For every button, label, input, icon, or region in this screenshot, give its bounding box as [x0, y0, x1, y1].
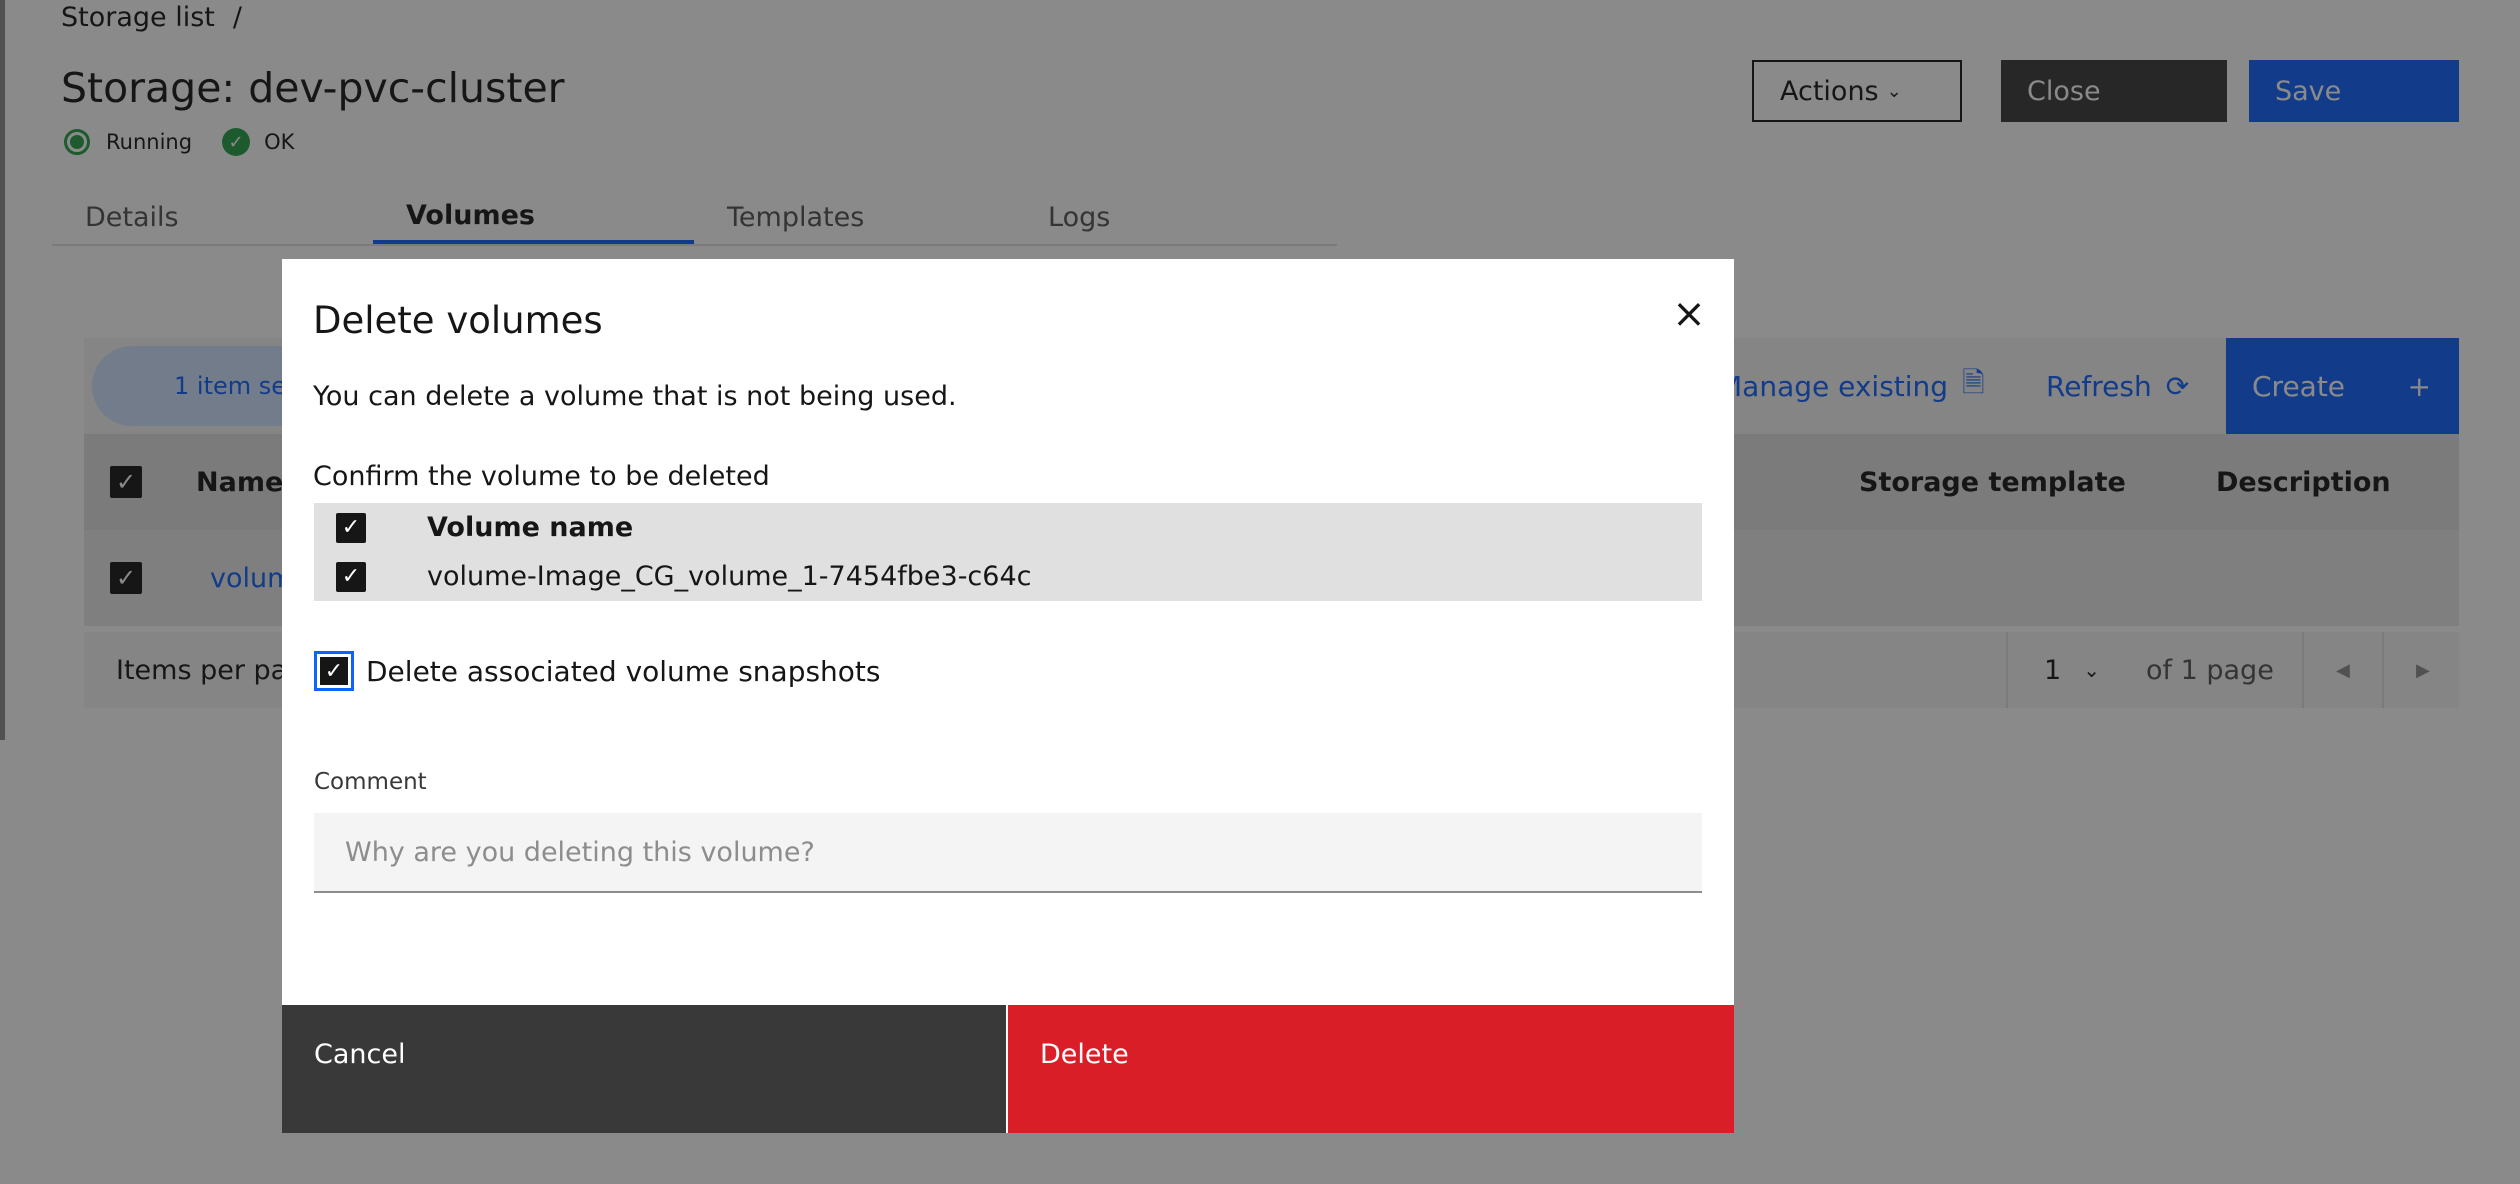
delete-snapshots-checkbox[interactable]: ✓ — [314, 651, 354, 691]
cancel-button[interactable]: Cancel — [282, 1005, 1006, 1133]
modal-footer: Cancel Delete — [282, 1005, 1734, 1133]
comment-input[interactable] — [314, 813, 1702, 893]
delete-button[interactable]: Delete — [1006, 1005, 1734, 1133]
confirm-label: Confirm the volume to be deleted — [313, 461, 770, 492]
close-icon[interactable]: × — [1664, 289, 1714, 339]
delete-volumes-modal: Delete volumes × You can delete a volume… — [282, 259, 1734, 1133]
comment-label: Comment — [314, 769, 427, 795]
delete-snapshots-option: ✓ Delete associated volume snapshots — [314, 651, 881, 691]
modal-title: Delete volumes — [313, 299, 603, 342]
volume-table: ✓ Volume name ✓ volume-Image_CG_volume_1… — [314, 503, 1702, 601]
volume-name-header: Volume name — [427, 512, 634, 543]
modal-description: You can delete a volume that is not bein… — [313, 381, 957, 412]
select-all-volumes-checkbox[interactable]: ✓ — [336, 512, 366, 543]
volume-name-cell: volume-Image_CG_volume_1-7454fbe3-c64c — [427, 561, 1032, 592]
table-row: ✓ volume-Image_CG_volume_1-7454fbe3-c64c — [314, 552, 1702, 601]
checkmark-icon: ✓ — [320, 657, 348, 685]
volume-row-checkbox[interactable]: ✓ — [336, 561, 366, 592]
volume-table-header: ✓ Volume name — [314, 503, 1702, 552]
delete-snapshots-label[interactable]: Delete associated volume snapshots — [366, 655, 881, 688]
